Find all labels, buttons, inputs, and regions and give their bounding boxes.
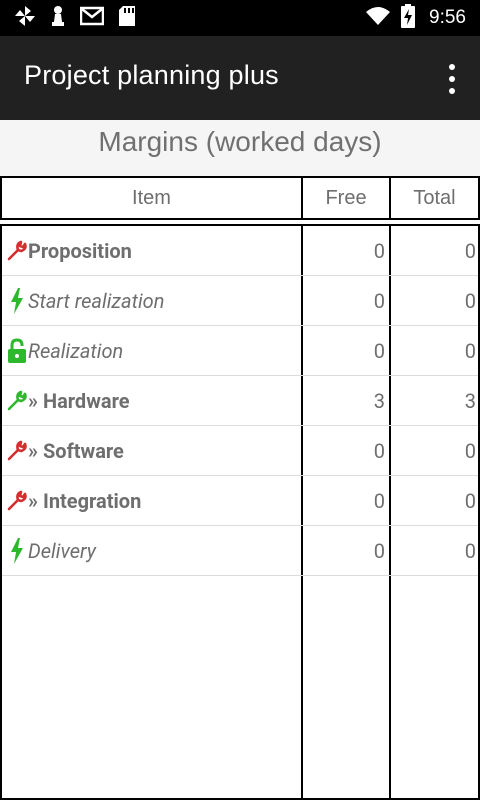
- item-label: Delivery: [28, 538, 96, 563]
- status-bar: 9:56: [0, 0, 480, 36]
- cell-free: 3: [373, 388, 385, 413]
- battery-charging-icon: [401, 4, 416, 32]
- wrench-icon: [6, 437, 28, 465]
- status-time: 9:56: [429, 7, 466, 28]
- column-header-free[interactable]: Free: [303, 178, 391, 218]
- overflow-menu-icon[interactable]: [444, 64, 460, 94]
- table-row[interactable]: Realization 0 0: [2, 326, 478, 376]
- table-header: Item Free Total: [0, 176, 480, 220]
- cell-total: 0: [464, 238, 476, 263]
- table-body: Proposition 0 0 Start realization 0 0 Re…: [0, 224, 480, 800]
- cell-total: 0: [464, 338, 476, 363]
- wrench-icon: [6, 487, 28, 515]
- cell-total: 0: [464, 488, 476, 513]
- table-row[interactable]: Delivery 0 0: [2, 526, 478, 576]
- lightning-icon: [6, 287, 28, 315]
- cell-total: 0: [464, 438, 476, 463]
- table-row[interactable]: » Hardware 3 3: [2, 376, 478, 426]
- cell-item[interactable]: Start realization: [2, 276, 301, 325]
- cell-free: 0: [373, 488, 385, 513]
- cell-item[interactable]: » Software: [2, 426, 301, 475]
- wifi-icon: [365, 6, 391, 30]
- table-row[interactable]: Proposition 0 0: [2, 226, 478, 276]
- sd-card-icon: [118, 5, 136, 31]
- cell-free: 0: [373, 438, 385, 463]
- cell-item[interactable]: Proposition: [2, 226, 301, 275]
- cell-total: 0: [464, 538, 476, 563]
- cell-free: 0: [373, 238, 385, 263]
- gmail-icon: [79, 6, 105, 30]
- cell-total: 0: [464, 288, 476, 313]
- item-label: Proposition: [28, 238, 132, 263]
- cell-item[interactable]: » Integration: [2, 476, 301, 525]
- table-row[interactable]: » Software 0 0: [2, 426, 478, 476]
- item-label: Realization: [28, 338, 124, 363]
- wrench-icon: [6, 237, 28, 265]
- cell-free: 0: [373, 338, 385, 363]
- lock-icon: [6, 337, 28, 365]
- column-header-item[interactable]: Item: [2, 178, 303, 218]
- table-row[interactable]: Start realization 0 0: [2, 276, 478, 326]
- wrench-icon: [6, 387, 28, 415]
- cell-free: 0: [373, 288, 385, 313]
- page-heading: Margins (worked days): [0, 120, 480, 176]
- app-bar: Project planning plus: [0, 36, 480, 120]
- item-label: » Software: [28, 438, 124, 463]
- cell-item[interactable]: » Hardware: [2, 376, 301, 425]
- app-title: Project planning plus: [24, 60, 279, 90]
- cell-item[interactable]: Realization: [2, 326, 301, 375]
- cell-total: 3: [464, 388, 476, 413]
- pinwheel-icon: [14, 5, 36, 31]
- item-label: » Hardware: [28, 388, 130, 413]
- chess-pawn-icon: [50, 5, 66, 31]
- table-rows: Proposition 0 0 Start realization 0 0 Re…: [2, 226, 478, 576]
- lightning-icon: [6, 537, 28, 565]
- table-row[interactable]: » Integration 0 0: [2, 476, 478, 526]
- column-header-total[interactable]: Total: [391, 178, 478, 218]
- item-label: » Integration: [28, 488, 142, 513]
- cell-item[interactable]: Delivery: [2, 526, 301, 575]
- cell-free: 0: [373, 538, 385, 563]
- item-label: Start realization: [28, 288, 165, 313]
